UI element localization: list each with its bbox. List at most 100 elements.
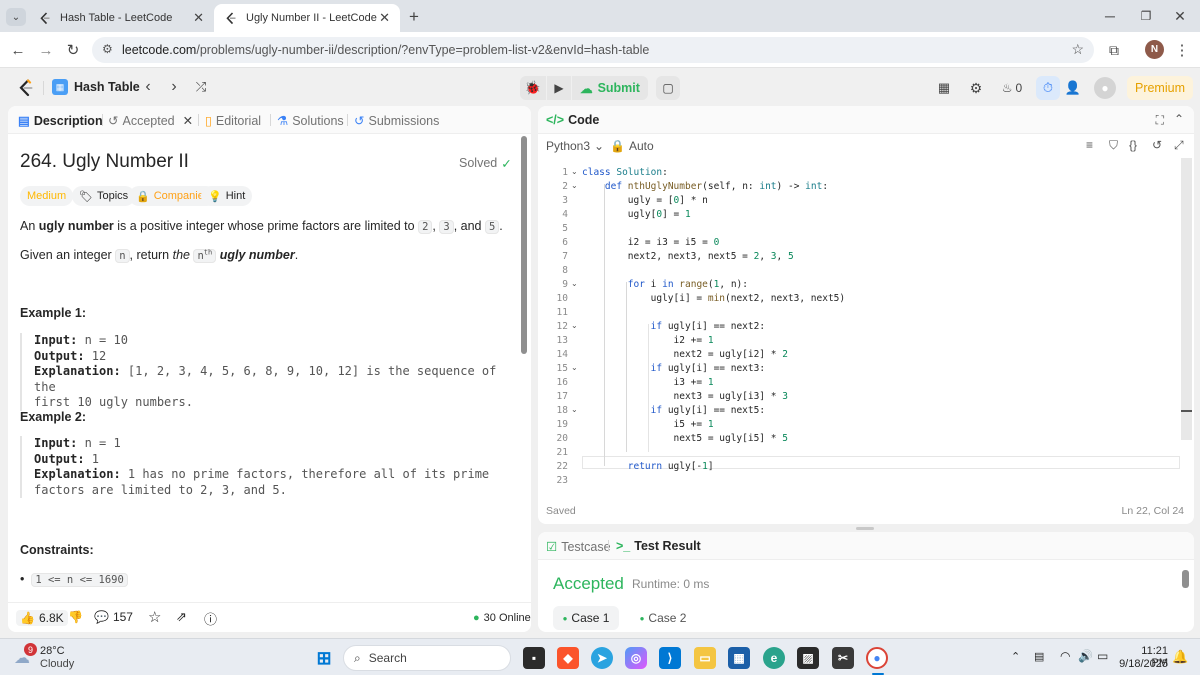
timer-icon[interactable]: ⏱ <box>1036 76 1060 100</box>
task-view-icon[interactable]: ▪ <box>523 647 545 669</box>
online-count: ● 30 Online <box>473 612 531 624</box>
scrollbar-thumb[interactable] <box>521 136 527 354</box>
restore-button[interactable]: ❐ <box>1136 6 1156 26</box>
profile-avatar[interactable]: N <box>1145 40 1164 59</box>
telegram-icon[interactable]: ➤ <box>591 647 613 669</box>
help-icon[interactable]: ⓘ <box>204 609 217 628</box>
settings-gear-icon[interactable]: ⚙ <box>966 78 986 98</box>
close-icon[interactable]: ✕ <box>193 10 204 26</box>
file-explorer-icon[interactable]: ▭ <box>694 647 716 669</box>
close-icon[interactable]: ✕ <box>379 10 390 26</box>
tab-editorial[interactable]: ▯ Editorial <box>205 113 261 129</box>
fullscreen-icon[interactable]: ⤢ <box>1174 138 1184 153</box>
tab-test-result[interactable]: >_ Test Result <box>616 539 701 553</box>
save-status: Saved <box>546 505 576 517</box>
hint-tag[interactable]: 💡 Hint <box>201 186 253 206</box>
microsoft-store-icon[interactable]: ▦ <box>728 647 750 669</box>
sticky-notes-icon[interactable]: ▨ <box>797 647 819 669</box>
minimize-button[interactable]: ─ <box>1100 6 1120 26</box>
example-2-heading: Example 2: <box>20 410 87 424</box>
leetcode-logo-icon[interactable] <box>16 78 36 98</box>
tab-submissions[interactable]: ↺ Submissions <box>354 113 439 129</box>
wifi-icon[interactable]: ◠ <box>1060 649 1070 663</box>
volume-icon[interactable]: 🔊 <box>1078 649 1093 663</box>
reload-button[interactable]: ↻ <box>63 40 83 60</box>
run-button[interactable]: ▶ <box>547 76 571 100</box>
difficulty-badge[interactable]: Medium <box>20 186 74 206</box>
solved-indicator: Solved ✓ <box>459 156 512 171</box>
chrome-browser-icon[interactable]: ● <box>866 647 888 669</box>
bookmark-icon[interactable]: ⛉ <box>1109 138 1118 153</box>
share-icon[interactable]: ⇗ <box>176 609 187 625</box>
user-avatar[interactable]: ● <box>1094 77 1116 99</box>
notification-icon[interactable]: 🔔 <box>1172 649 1188 665</box>
notes-icon[interactable]: ▢ <box>656 76 680 100</box>
tab-search-button[interactable]: ⌄ <box>6 8 26 26</box>
browser-menu-icon[interactable]: ⋮ <box>1172 40 1192 60</box>
forward-button[interactable]: → <box>36 40 56 60</box>
format-icon[interactable]: ≡ <box>1086 138 1093 152</box>
address-bar[interactable]: ⚙ leetcode.com/problems/ugly-number-ii/d… <box>92 37 1094 63</box>
app-tray-icon[interactable]: ▤ <box>1034 650 1044 663</box>
mode-select[interactable]: 🔒 Auto <box>610 139 654 153</box>
snipping-tool-icon[interactable]: ✂ <box>832 647 854 669</box>
case-1-tab[interactable]: ● Case 1 <box>553 606 619 630</box>
constraints-heading: Constraints: <box>20 543 94 557</box>
browser-tab-hash-table[interactable]: Hash Table - LeetCode ✕ <box>28 4 214 32</box>
extensions-icon[interactable]: ⧉ <box>1104 40 1124 60</box>
premium-button[interactable]: Premium <box>1127 76 1193 100</box>
clock-date[interactable]: 9/18/2025 <box>1116 658 1168 670</box>
battery-icon[interactable]: ▭ <box>1097 649 1108 663</box>
description-panel: ▤ Description ↺ Accepted ✕ ▯ Editorial ⚗ Solu… <box>8 106 531 632</box>
maximize-icon[interactable]: ⛶ <box>1156 113 1164 128</box>
code-editor[interactable]: 1 ⌄ class Solution: 2 ⌄ def nthUglyNumber(s… <box>538 158 1194 498</box>
url-path: /problems/ugly-number-ii/description/?en… <box>196 43 650 57</box>
case-2-tab[interactable]: ● Case 2 <box>630 606 696 630</box>
reset-icon[interactable]: ↺ <box>1152 138 1162 152</box>
brave-browser-icon[interactable]: ◆ <box>557 647 579 669</box>
comments-button[interactable]: 💬 157 <box>94 610 133 624</box>
scrollbar-thumb[interactable] <box>1182 570 1189 588</box>
tab-description[interactable]: ▤ Description <box>18 113 103 129</box>
panel-resize-handle[interactable] <box>856 527 874 530</box>
window-close-button[interactable]: ✕ <box>1170 6 1190 26</box>
add-friend-icon[interactable]: 👤 <box>1063 78 1083 98</box>
bookmark-star-icon[interactable]: ☆ <box>1071 41 1084 58</box>
language-select[interactable]: Python3 ⌄ <box>546 139 604 153</box>
online-dot-icon: ● <box>473 612 480 624</box>
copilot-icon[interactable]: ◎ <box>625 647 647 669</box>
vscode-icon[interactable]: ⟩ <box>659 647 681 669</box>
back-button[interactable]: ← <box>8 40 28 60</box>
debug-icon[interactable]: 🐞 <box>520 76 546 100</box>
problem-list-title[interactable]: Hash Table <box>74 80 140 94</box>
dislike-button[interactable]: 👎 <box>68 610 83 624</box>
braces-icon[interactable]: {} <box>1129 138 1137 152</box>
next-problem-icon[interactable]: › <box>166 78 182 96</box>
cloud-upload-icon: ☁ <box>580 81 593 96</box>
close-icon[interactable]: ✕ <box>183 113 193 128</box>
edge-browser-icon[interactable]: e <box>763 647 785 669</box>
tab-accepted[interactable]: ↺ Accepted ✕ <box>108 113 193 129</box>
topics-tag[interactable]: 🏷 Topics <box>72 186 136 206</box>
layout-icon[interactable]: ▦ <box>934 78 954 98</box>
prev-problem-icon[interactable]: ‹ <box>140 78 156 96</box>
fire-icon: ♨ <box>1001 81 1013 95</box>
shuffle-icon[interactable]: ⤮ <box>192 78 210 96</box>
tab-solutions[interactable]: ⚗ Solutions <box>277 113 344 129</box>
like-button[interactable]: 👍 6.8K <box>16 610 68 626</box>
browser-tab-ugly-number[interactable]: Ugly Number II - LeetCode ✕ <box>214 4 400 32</box>
description-paragraph-2: Given an integer n, return the nth ugly … <box>20 248 299 263</box>
windows-start-icon[interactable]: ⊞ <box>313 647 335 669</box>
tab-code[interactable]: </> Code <box>546 113 599 127</box>
editor-scrollbar[interactable] <box>1181 158 1192 440</box>
tab-testcase[interactable]: ☑ Testcase <box>546 539 611 555</box>
collapse-icon[interactable]: ⌃ <box>1174 112 1184 126</box>
taskbar-search[interactable]: ⌕ Search <box>343 645 511 671</box>
new-tab-button[interactable]: + <box>404 7 424 27</box>
star-icon[interactable]: ☆ <box>148 608 161 626</box>
streak-counter[interactable]: ♨ 0 <box>998 78 1026 98</box>
tab-title: Hash Table - LeetCode <box>60 12 173 24</box>
site-info-icon[interactable]: ⚙ <box>102 42 113 56</box>
chevron-up-icon[interactable]: ⌃ <box>1011 650 1020 663</box>
submit-button[interactable]: ☁ Submit <box>572 76 648 100</box>
